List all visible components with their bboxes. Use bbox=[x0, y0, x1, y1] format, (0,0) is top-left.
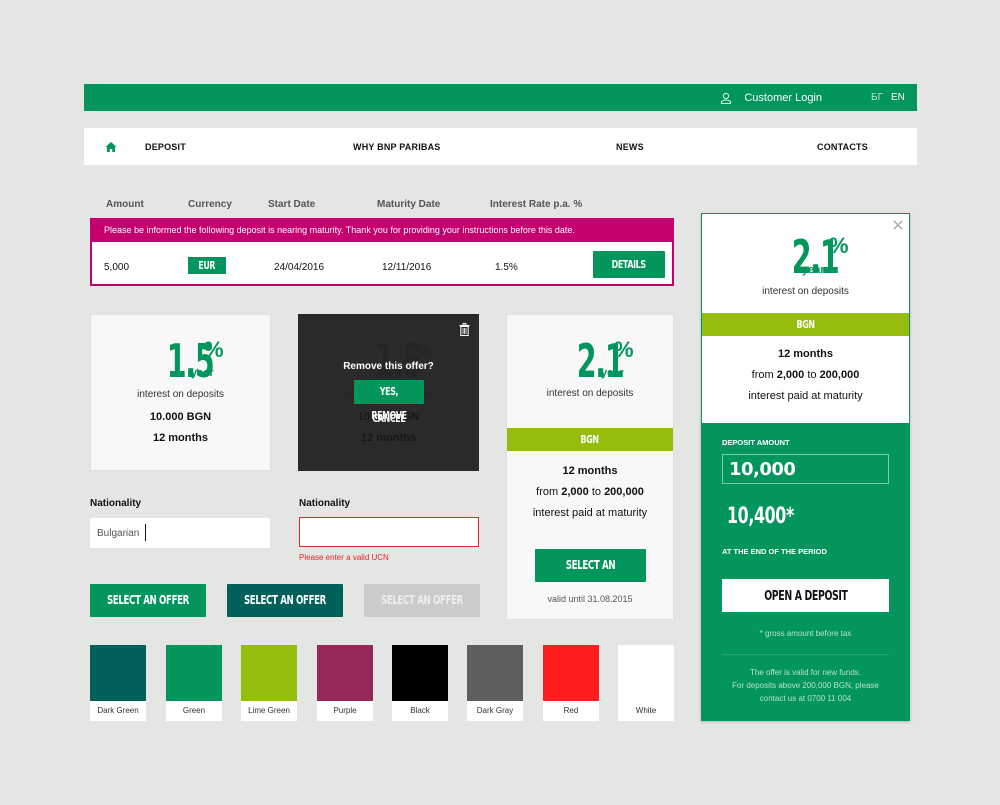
header-currency: Currency bbox=[188, 199, 232, 210]
currency-badge: EUR bbox=[188, 257, 226, 274]
color-swatch: Black bbox=[392, 645, 448, 721]
nationality-label: Nationality bbox=[90, 498, 142, 509]
nationality-label-error: Nationality bbox=[299, 498, 351, 509]
nationality-input[interactable] bbox=[90, 518, 270, 548]
offer-payout: interest paid at maturity bbox=[532, 507, 648, 519]
language-en[interactable]: EN bbox=[891, 92, 905, 103]
interest-rate-display: 1.5 % bbox=[167, 334, 224, 388]
swatch-color bbox=[467, 645, 523, 701]
maturity-date: 12/11/2016 bbox=[382, 262, 432, 273]
swatch-color bbox=[166, 645, 222, 701]
remove-overlay: Remove this offer? YES, REMOVE CANCEL bbox=[299, 315, 478, 470]
rate-period: year bbox=[191, 367, 214, 379]
customer-login-link[interactable]: Customer Login bbox=[720, 92, 822, 104]
color-swatch: Lime Green bbox=[241, 645, 297, 721]
interest-rate: 1.5% bbox=[495, 262, 518, 273]
color-swatch: Dark Gray bbox=[467, 645, 523, 721]
swatch-label: Purple bbox=[317, 701, 373, 721]
offer-card[interactable]: 1.5 % year interest on deposits 10.000 B… bbox=[90, 314, 271, 471]
nav-contacts[interactable]: CONTACTS bbox=[817, 142, 868, 152]
swatch-label: White bbox=[618, 701, 674, 721]
valid-until: valid until 31.08.2015 bbox=[547, 594, 633, 604]
result-label: AT THE END OF THE PERIOD bbox=[722, 547, 827, 556]
close-icon[interactable] bbox=[893, 220, 903, 230]
yes-remove-button[interactable]: YES, REMOVE bbox=[354, 380, 424, 422]
offer-term: 12 months bbox=[562, 465, 618, 477]
swatch-color bbox=[543, 645, 599, 701]
color-swatch: Green bbox=[166, 645, 222, 721]
select-offer-button-hover[interactable]: SELECT AN OFFER bbox=[227, 584, 343, 617]
maturity-alert: Please be informed the following deposit… bbox=[90, 218, 674, 286]
customer-login-label: Customer Login bbox=[744, 92, 822, 104]
validation-error: Please enter a valid UCN bbox=[299, 553, 389, 562]
user-icon bbox=[721, 92, 732, 104]
top-bar: Customer Login БГ EN bbox=[84, 84, 917, 111]
swatch-color bbox=[317, 645, 373, 701]
color-swatch: White bbox=[618, 645, 674, 721]
offer-term: 12 months bbox=[152, 432, 208, 444]
cancel-button[interactable]: CANCEL bbox=[354, 412, 424, 425]
offer-note-line: For deposits above 200,000 BGN, please bbox=[732, 681, 879, 690]
header-start-date: Start Date bbox=[268, 199, 316, 210]
rate-caption: interest on deposits bbox=[762, 286, 849, 297]
home-icon[interactable] bbox=[105, 141, 117, 153]
swatch-color bbox=[392, 645, 448, 701]
swatch-label: Dark Gray bbox=[467, 701, 523, 721]
color-swatch: Red bbox=[543, 645, 599, 721]
swatch-label: Red bbox=[543, 701, 599, 721]
color-swatch: Purple bbox=[317, 645, 373, 721]
calculator-offer: 2.1 % year interest on deposits BGN 12 m… bbox=[702, 214, 909, 423]
rate-period: year bbox=[601, 367, 624, 379]
offer-term: 12 months bbox=[777, 348, 833, 360]
rate-period: year bbox=[802, 264, 825, 276]
trash-icon[interactable] bbox=[459, 323, 470, 336]
deposit-amount-label: DEPOSIT AMOUNT bbox=[722, 438, 790, 447]
nationality-input-error[interactable] bbox=[299, 517, 479, 547]
swatch-label: Green bbox=[166, 701, 222, 721]
header-interest-rate: Interest Rate p.a. % bbox=[490, 199, 583, 210]
nav-why-bnp-paribas[interactable]: WHY BNP PARIBAS bbox=[353, 142, 441, 152]
swatch-color bbox=[241, 645, 297, 701]
offer-card-removing: 1.5 % interest on deposits 10.000 BGN 12… bbox=[298, 314, 479, 471]
swatch-label: Black bbox=[392, 701, 448, 721]
offer-note-line: contact us at 0700 11 004 bbox=[759, 694, 852, 703]
nav-deposit[interactable]: DEPOSIT bbox=[145, 142, 186, 152]
currency-bar: BGN bbox=[507, 428, 673, 451]
rate-caption: interest on deposits bbox=[546, 388, 634, 399]
swatch-color bbox=[90, 645, 146, 701]
offer-range: from 2,000 to 200,000 bbox=[751, 369, 860, 381]
offer-amount: 10.000 BGN bbox=[149, 411, 212, 423]
offer-note-line: The offer is valid for new funds. bbox=[749, 668, 862, 677]
maturity-notice: Please be informed the following deposit… bbox=[92, 220, 672, 242]
nav-news[interactable]: NEWS bbox=[616, 142, 644, 152]
swatch-label: Lime Green bbox=[241, 701, 297, 721]
start-date: 24/04/2016 bbox=[274, 262, 325, 273]
result-amount: 10,400* bbox=[727, 504, 794, 529]
deposit-calculator: 2.1 % year interest on deposits BGN 12 m… bbox=[701, 213, 910, 721]
select-offer-button-primary[interactable]: SELECT AN OFFER bbox=[90, 584, 206, 617]
select-offer-button-disabled: SELECT AN OFFER bbox=[364, 584, 480, 617]
offer-card-detailed: 2.1 % year interest on deposits BGN 12 m… bbox=[506, 314, 674, 620]
deposit-amount: 5,000 bbox=[104, 262, 130, 273]
remove-question: Remove this offer? bbox=[343, 361, 434, 372]
offer-payout: interest paid at maturity bbox=[748, 390, 863, 402]
details-button[interactable]: DETAILS bbox=[593, 251, 665, 278]
open-deposit-button[interactable]: OPEN A DEPOSIT bbox=[722, 579, 889, 612]
offer-range: from 2,000 to 200,000 bbox=[536, 486, 644, 498]
language-bg[interactable]: БГ bbox=[871, 92, 883, 103]
main-nav: DEPOSIT WHY BNP PARIBAS NEWS CONTACTS bbox=[84, 128, 917, 165]
color-swatch: Dark Green bbox=[90, 645, 146, 721]
header-amount: Amount bbox=[106, 199, 144, 210]
gross-footnote: * gross amount before tax bbox=[759, 629, 852, 638]
swatch-color bbox=[618, 645, 674, 701]
rate-caption: interest on deposits bbox=[137, 389, 224, 400]
divider bbox=[722, 654, 889, 655]
deposit-amount-input[interactable] bbox=[722, 454, 889, 484]
currency-bar: BGN bbox=[702, 313, 909, 336]
interest-rate-display: 2.1 % bbox=[577, 334, 634, 388]
header-maturity-date: Maturity Date bbox=[377, 199, 441, 210]
swatch-label: Dark Green bbox=[90, 701, 146, 721]
select-offer-button[interactable]: SELECT AN OFFER bbox=[535, 549, 646, 605]
text-caret bbox=[145, 524, 146, 541]
